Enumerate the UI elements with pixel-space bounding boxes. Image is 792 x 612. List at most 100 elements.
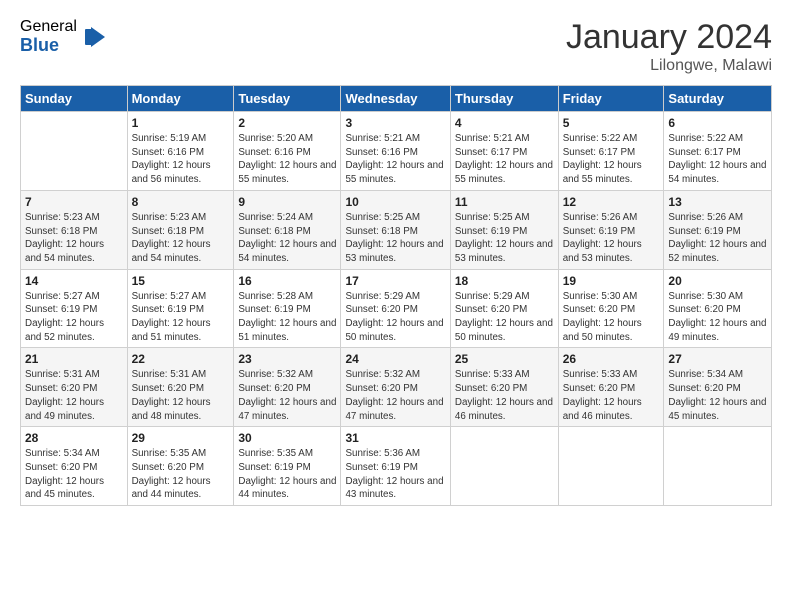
cell-info: Sunrise: 5:29 AMSunset: 6:20 PMDaylight:… [455, 290, 554, 345]
cell-info: Sunrise: 5:20 AMSunset: 6:16 PMDaylight:… [238, 132, 336, 187]
calendar-cell [450, 427, 558, 506]
cell-info: Sunrise: 5:33 AMSunset: 6:20 PMDaylight:… [455, 368, 554, 423]
header-saturday: Saturday [664, 86, 772, 112]
cell-day: 16 [238, 274, 336, 288]
cell-day: 12 [563, 195, 660, 209]
calendar-cell: 5 Sunrise: 5:22 AMSunset: 6:17 PMDayligh… [558, 112, 664, 191]
cell-day: 22 [132, 352, 230, 366]
cell-info: Sunrise: 5:23 AMSunset: 6:18 PMDaylight:… [132, 211, 230, 266]
calendar-cell: 29 Sunrise: 5:35 AMSunset: 6:20 PMDaylig… [127, 427, 234, 506]
cell-day: 8 [132, 195, 230, 209]
calendar-cell: 8 Sunrise: 5:23 AMSunset: 6:18 PMDayligh… [127, 190, 234, 269]
cell-day: 29 [132, 431, 230, 445]
cell-info: Sunrise: 5:28 AMSunset: 6:19 PMDaylight:… [238, 290, 336, 345]
calendar-cell: 4 Sunrise: 5:21 AMSunset: 6:17 PMDayligh… [450, 112, 558, 191]
cell-day: 30 [238, 431, 336, 445]
calendar-cell: 14 Sunrise: 5:27 AMSunset: 6:19 PMDaylig… [21, 269, 128, 348]
cell-info: Sunrise: 5:23 AMSunset: 6:18 PMDaylight:… [25, 211, 123, 266]
cell-info: Sunrise: 5:27 AMSunset: 6:19 PMDaylight:… [25, 290, 123, 345]
cell-info: Sunrise: 5:30 AMSunset: 6:20 PMDaylight:… [668, 290, 767, 345]
calendar-cell: 25 Sunrise: 5:33 AMSunset: 6:20 PMDaylig… [450, 348, 558, 427]
calendar-cell: 15 Sunrise: 5:27 AMSunset: 6:19 PMDaylig… [127, 269, 234, 348]
calendar-cell: 27 Sunrise: 5:34 AMSunset: 6:20 PMDaylig… [664, 348, 772, 427]
cell-day: 3 [345, 116, 445, 130]
cell-day: 15 [132, 274, 230, 288]
cell-day: 25 [455, 352, 554, 366]
month-title: January 2024 [566, 18, 772, 57]
calendar-cell: 19 Sunrise: 5:30 AMSunset: 6:20 PMDaylig… [558, 269, 664, 348]
cell-day: 17 [345, 274, 445, 288]
cell-info: Sunrise: 5:34 AMSunset: 6:20 PMDaylight:… [668, 368, 767, 423]
calendar-cell: 16 Sunrise: 5:28 AMSunset: 6:19 PMDaylig… [234, 269, 341, 348]
calendar-cell: 10 Sunrise: 5:25 AMSunset: 6:18 PMDaylig… [341, 190, 450, 269]
cell-day: 10 [345, 195, 445, 209]
calendar-cell: 7 Sunrise: 5:23 AMSunset: 6:18 PMDayligh… [21, 190, 128, 269]
header-friday: Friday [558, 86, 664, 112]
calendar-cell: 28 Sunrise: 5:34 AMSunset: 6:20 PMDaylig… [21, 427, 128, 506]
cell-info: Sunrise: 5:27 AMSunset: 6:19 PMDaylight:… [132, 290, 230, 345]
calendar-cell: 12 Sunrise: 5:26 AMSunset: 6:19 PMDaylig… [558, 190, 664, 269]
calendar-cell [21, 112, 128, 191]
cell-info: Sunrise: 5:22 AMSunset: 6:17 PMDaylight:… [668, 132, 767, 187]
cell-day: 14 [25, 274, 123, 288]
header-wednesday: Wednesday [341, 86, 450, 112]
cell-day: 27 [668, 352, 767, 366]
cell-info: Sunrise: 5:26 AMSunset: 6:19 PMDaylight:… [563, 211, 660, 266]
cell-info: Sunrise: 5:35 AMSunset: 6:19 PMDaylight:… [238, 447, 336, 502]
calendar-cell: 22 Sunrise: 5:31 AMSunset: 6:20 PMDaylig… [127, 348, 234, 427]
logo-text: General Blue [20, 18, 77, 55]
calendar-cell: 9 Sunrise: 5:24 AMSunset: 6:18 PMDayligh… [234, 190, 341, 269]
cell-day: 21 [25, 352, 123, 366]
cell-info: Sunrise: 5:26 AMSunset: 6:19 PMDaylight:… [668, 211, 767, 266]
header-thursday: Thursday [450, 86, 558, 112]
calendar-cell: 21 Sunrise: 5:31 AMSunset: 6:20 PMDaylig… [21, 348, 128, 427]
cell-info: Sunrise: 5:21 AMSunset: 6:17 PMDaylight:… [455, 132, 554, 187]
calendar-header-row: Sunday Monday Tuesday Wednesday Thursday… [21, 86, 772, 112]
logo-blue: Blue [20, 36, 77, 56]
cell-day: 2 [238, 116, 336, 130]
calendar-cell: 24 Sunrise: 5:32 AMSunset: 6:20 PMDaylig… [341, 348, 450, 427]
cell-info: Sunrise: 5:24 AMSunset: 6:18 PMDaylight:… [238, 211, 336, 266]
cell-day: 24 [345, 352, 445, 366]
calendar-cell: 18 Sunrise: 5:29 AMSunset: 6:20 PMDaylig… [450, 269, 558, 348]
calendar-cell: 13 Sunrise: 5:26 AMSunset: 6:19 PMDaylig… [664, 190, 772, 269]
cell-info: Sunrise: 5:34 AMSunset: 6:20 PMDaylight:… [25, 447, 123, 502]
cell-day: 9 [238, 195, 336, 209]
cell-info: Sunrise: 5:35 AMSunset: 6:20 PMDaylight:… [132, 447, 230, 502]
cell-day: 18 [455, 274, 554, 288]
cell-info: Sunrise: 5:32 AMSunset: 6:20 PMDaylight:… [345, 368, 445, 423]
header: General Blue January 2024 Lilongwe, Mala… [20, 18, 772, 75]
calendar-cell: 20 Sunrise: 5:30 AMSunset: 6:20 PMDaylig… [664, 269, 772, 348]
cell-info: Sunrise: 5:25 AMSunset: 6:19 PMDaylight:… [455, 211, 554, 266]
logo-general: General [20, 18, 77, 36]
cell-info: Sunrise: 5:29 AMSunset: 6:20 PMDaylight:… [345, 290, 445, 345]
cell-info: Sunrise: 5:36 AMSunset: 6:19 PMDaylight:… [345, 447, 445, 502]
calendar-week-1: 1 Sunrise: 5:19 AMSunset: 6:16 PMDayligh… [21, 112, 772, 191]
calendar-cell: 23 Sunrise: 5:32 AMSunset: 6:20 PMDaylig… [234, 348, 341, 427]
cell-day: 19 [563, 274, 660, 288]
cell-info: Sunrise: 5:31 AMSunset: 6:20 PMDaylight:… [25, 368, 123, 423]
calendar-cell: 17 Sunrise: 5:29 AMSunset: 6:20 PMDaylig… [341, 269, 450, 348]
calendar-week-3: 14 Sunrise: 5:27 AMSunset: 6:19 PMDaylig… [21, 269, 772, 348]
calendar-cell: 26 Sunrise: 5:33 AMSunset: 6:20 PMDaylig… [558, 348, 664, 427]
calendar-week-5: 28 Sunrise: 5:34 AMSunset: 6:20 PMDaylig… [21, 427, 772, 506]
cell-day: 6 [668, 116, 767, 130]
calendar-table: Sunday Monday Tuesday Wednesday Thursday… [20, 85, 772, 506]
cell-day: 23 [238, 352, 336, 366]
cell-day: 7 [25, 195, 123, 209]
cell-info: Sunrise: 5:25 AMSunset: 6:18 PMDaylight:… [345, 211, 445, 266]
cell-info: Sunrise: 5:22 AMSunset: 6:17 PMDaylight:… [563, 132, 660, 187]
cell-day: 26 [563, 352, 660, 366]
cell-day: 31 [345, 431, 445, 445]
location-title: Lilongwe, Malawi [566, 57, 772, 75]
cell-day: 4 [455, 116, 554, 130]
calendar-cell: 11 Sunrise: 5:25 AMSunset: 6:19 PMDaylig… [450, 190, 558, 269]
header-sunday: Sunday [21, 86, 128, 112]
calendar-cell: 2 Sunrise: 5:20 AMSunset: 6:16 PMDayligh… [234, 112, 341, 191]
cell-day: 13 [668, 195, 767, 209]
cell-day: 1 [132, 116, 230, 130]
title-block: January 2024 Lilongwe, Malawi [566, 18, 772, 75]
cell-day: 11 [455, 195, 554, 209]
header-monday: Monday [127, 86, 234, 112]
cell-info: Sunrise: 5:30 AMSunset: 6:20 PMDaylight:… [563, 290, 660, 345]
